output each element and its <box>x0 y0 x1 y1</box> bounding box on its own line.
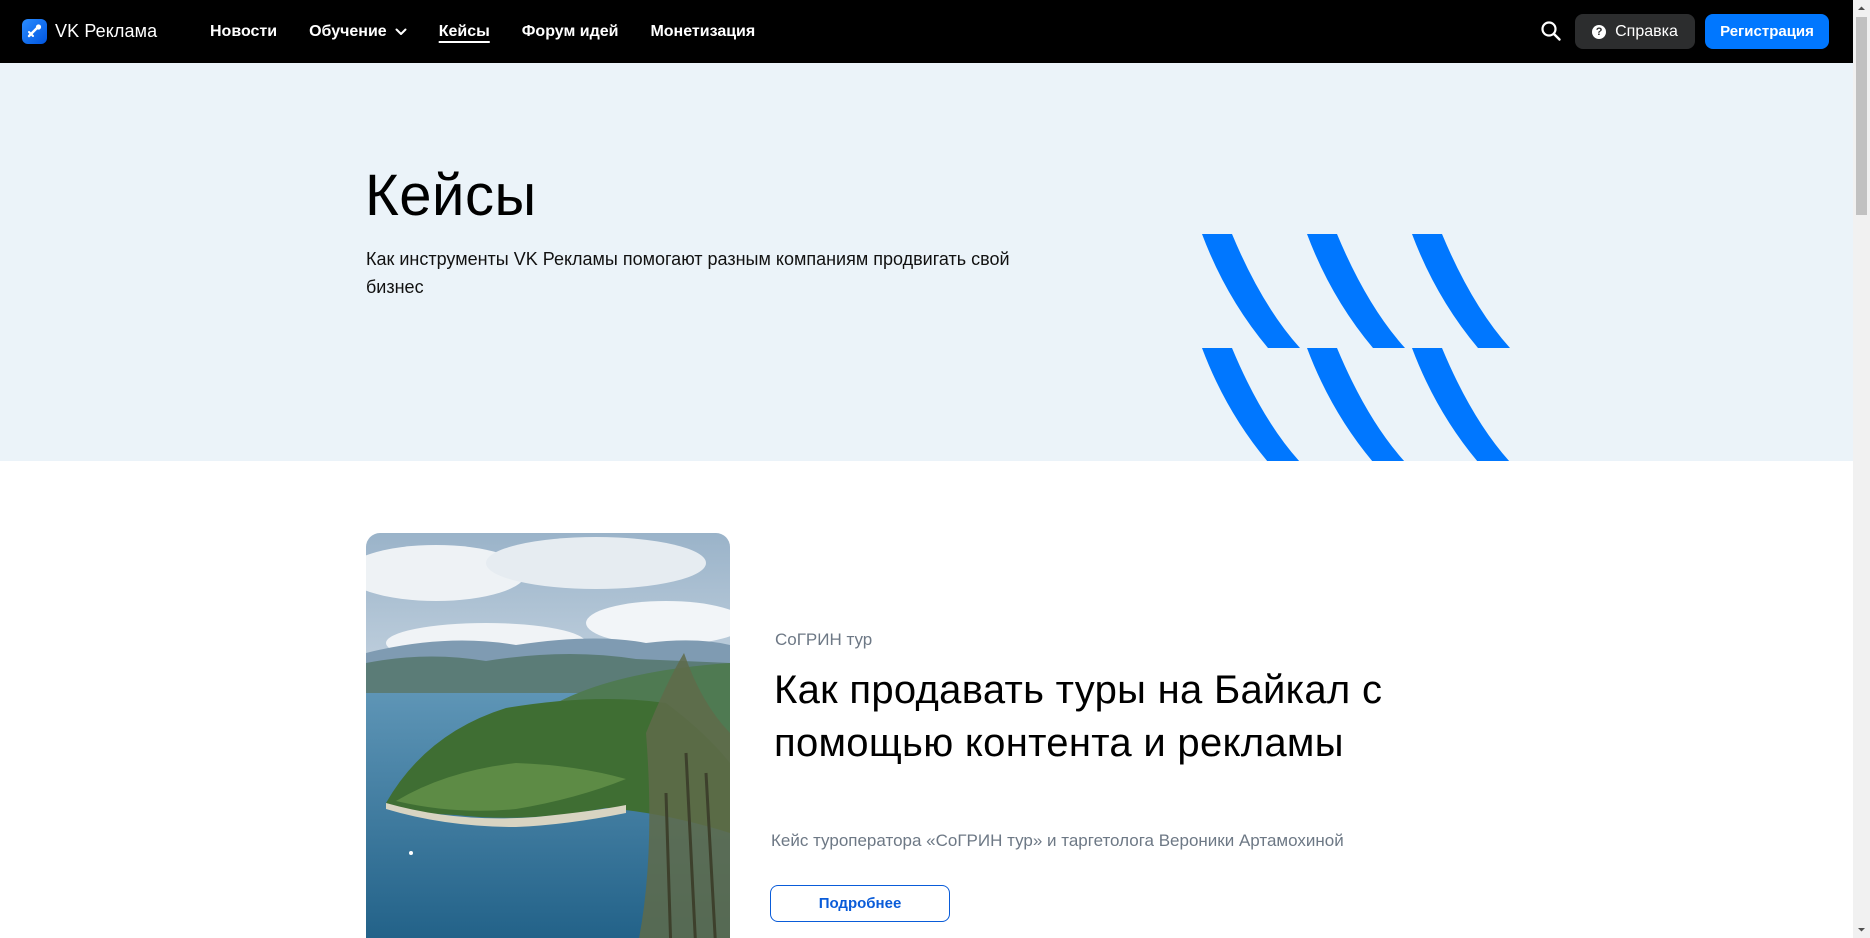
vk-ads-logo[interactable]: VK Реклама <box>22 19 157 44</box>
page-scrollbar[interactable] <box>1853 0 1870 938</box>
vk-ads-logo-icon <box>22 19 47 44</box>
page-subtitle: Как инструменты VK Рекламы помогают разн… <box>366 249 1010 297</box>
hero-decorative-pattern <box>1200 234 1510 461</box>
register-button[interactable]: Регистрация <box>1705 14 1829 49</box>
register-button-label: Регистрация <box>1720 23 1814 40</box>
nav-item-news-label: Новости <box>210 22 278 40</box>
page-title: Кейсы <box>365 163 537 228</box>
nav-item-ideas-forum[interactable]: Форум идей <box>522 23 619 41</box>
main-nav: Новости Обучение Кейсы Форум идей Монети… <box>210 0 787 63</box>
chevron-down-icon <box>395 23 407 41</box>
nav-item-cases[interactable]: Кейсы <box>439 23 490 41</box>
nav-item-cases-label: Кейсы <box>438 22 490 40</box>
help-button[interactable]: ? Справка <box>1575 14 1695 49</box>
nav-item-monetization-label: Монетизация <box>650 22 756 40</box>
scroll-down-arrow-icon[interactable] <box>1853 921 1870 938</box>
logo-text: VK Реклама <box>55 21 158 41</box>
scroll-up-arrow-icon[interactable] <box>1853 0 1870 17</box>
nav-item-learning-label: Обучение <box>309 22 387 40</box>
case-cover-image[interactable] <box>366 533 730 938</box>
hero-section: Кейсы Как инструменты VK Рекламы помогаю… <box>0 63 1853 461</box>
question-icon: ? <box>1592 24 1607 39</box>
help-button-label: Справка <box>1615 22 1678 40</box>
nav-item-monetization[interactable]: Монетизация <box>650 23 755 41</box>
search-icon[interactable] <box>1539 19 1563 43</box>
nav-item-learning[interactable]: Обучение <box>309 23 407 41</box>
read-more-button[interactable]: Подробнее <box>770 885 950 922</box>
nav-item-ideas-forum-label: Форум идей <box>521 22 619 40</box>
lake-baikal-photo <box>366 533 730 938</box>
case-company-name: СоГРИН тур <box>775 630 873 649</box>
case-title[interactable]: Как продавать туры на Байкал с помощью к… <box>774 664 1394 770</box>
top-navigation-bar: VK Реклама Новости Обучение Кейсы Форум … <box>0 0 1853 63</box>
scrollbar-thumb[interactable] <box>1856 17 1867 215</box>
case-description: Кейс туроператора «СоГРИН тур» и таргето… <box>771 831 1344 850</box>
nav-item-news[interactable]: Новости <box>210 23 277 41</box>
read-more-label: Подробнее <box>818 895 902 912</box>
